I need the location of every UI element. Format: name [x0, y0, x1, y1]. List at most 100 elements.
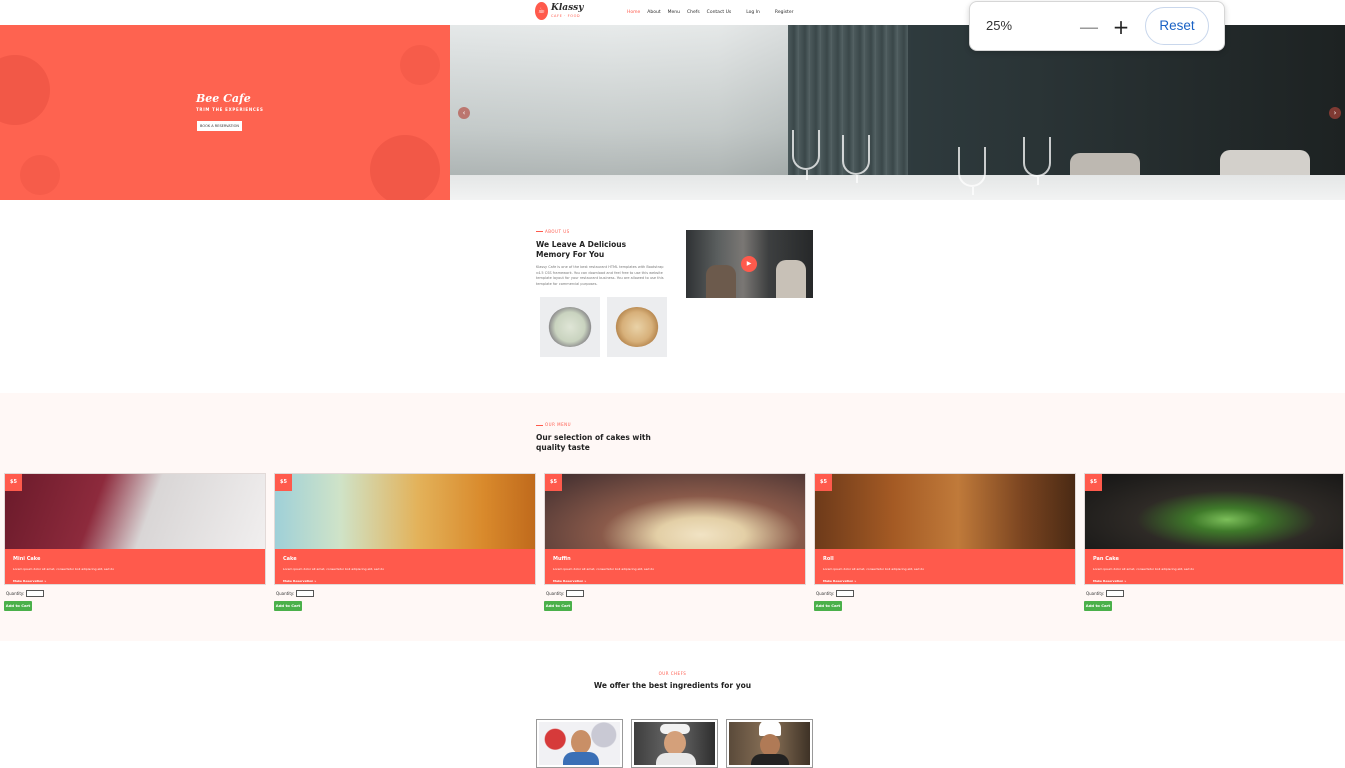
- zoom-reset-button[interactable]: Reset: [1145, 7, 1209, 45]
- quantity-input[interactable]: [836, 590, 855, 597]
- plate-photo: [615, 307, 659, 347]
- quantity-row: Quantity:: [816, 590, 855, 597]
- hero-window-photo: [450, 25, 790, 200]
- quantity-label: Quantity:: [816, 591, 835, 596]
- quantity-label: Quantity:: [6, 591, 25, 596]
- add-to-cart-button[interactable]: Add to Cart: [814, 601, 842, 611]
- zoom-popup: 25% — + Reset: [969, 1, 1225, 51]
- wine-glass-photo: [842, 135, 870, 175]
- zoom-out-button[interactable]: —: [1077, 12, 1101, 42]
- strawberry-decoration: [400, 45, 440, 85]
- slider-next-button[interactable]: ›: [1329, 107, 1341, 119]
- item-link[interactable]: Make Reservation »: [823, 579, 856, 583]
- menu-kicker-line: [536, 425, 543, 426]
- chef-shirt: [656, 753, 696, 765]
- card-info-band: Roll Lorem ipsum dolor sit amet, consect…: [815, 549, 1075, 584]
- item-description: Lorem ipsum dolor sit amet, consectetur …: [553, 567, 655, 571]
- plate-photo: [548, 307, 592, 347]
- cake-photo: [275, 474, 535, 550]
- quantity-row: Quantity:: [1086, 590, 1125, 597]
- item-name: Roll: [823, 556, 834, 562]
- logo-icon: ☕: [535, 2, 548, 20]
- item-description: Lorem ipsum dolor sit amet, consectetur …: [1093, 567, 1195, 571]
- price-badge: $5: [545, 474, 562, 491]
- card-info-band: Mini Cake Lorem ipsum dolor sit amet, co…: [5, 549, 265, 584]
- menu-title: Our selection of cakes with quality tast…: [536, 433, 651, 452]
- about-kicker: ABOUT US: [545, 229, 570, 234]
- about-title: We Leave A Delicious Memory For You: [536, 240, 627, 259]
- card-bottom-strip: [1085, 584, 1343, 585]
- item-link[interactable]: Make Reservation »: [553, 579, 586, 583]
- quantity-input[interactable]: [566, 590, 585, 597]
- nav-links: Home About Menu Chefs Contact Us Log In …: [627, 10, 800, 15]
- quantity-row: Quantity:: [276, 590, 315, 597]
- hero-image-slider: [450, 25, 1345, 200]
- chair-photo: [776, 260, 806, 298]
- item-name: Pan Cake: [1093, 556, 1119, 562]
- quantity-input[interactable]: [1106, 590, 1125, 597]
- quantity-row: Quantity:: [546, 590, 585, 597]
- gyoza-photo: [607, 297, 667, 357]
- glass-stem: [806, 170, 808, 180]
- hero-banner: Bee Cafe TRIM THE EXPERIENCES BOOK A RES…: [0, 25, 450, 200]
- mini-cake-photo: [5, 474, 265, 550]
- chefs-kicker: OUR CHEFS: [658, 671, 687, 676]
- add-to-cart-button[interactable]: Add to Cart: [1084, 601, 1112, 611]
- chef-card[interactable]: [726, 719, 813, 768]
- nav-link-login[interactable]: Log In: [746, 10, 760, 15]
- quantity-input[interactable]: [26, 590, 45, 597]
- card-info-band: Muffin Lorem ipsum dolor sit amet, conse…: [545, 549, 805, 584]
- strawberry-decoration: [0, 55, 50, 125]
- quantity-label: Quantity:: [1086, 591, 1105, 596]
- roll-photo: [815, 474, 1075, 550]
- card-bottom-strip: [5, 584, 265, 585]
- glass-stem: [1037, 177, 1039, 185]
- add-to-cart-button[interactable]: Add to Cart: [274, 601, 302, 611]
- quantity-row: Quantity:: [6, 590, 45, 597]
- menu-card-pan-cake[interactable]: $5 Pan Cake Lorem ipsum dolor sit amet, …: [1084, 473, 1344, 585]
- menu-card-roll[interactable]: $5 Roll Lorem ipsum dolor sit amet, cons…: [814, 473, 1076, 585]
- menu-card-muffin[interactable]: $5 Muffin Lorem ipsum dolor sit amet, co…: [544, 473, 806, 585]
- nav-link-menu[interactable]: Menu: [668, 10, 680, 15]
- pan-cake-photo: [1085, 474, 1343, 550]
- slider-prev-button[interactable]: ‹: [458, 107, 470, 119]
- menu-card-mini-cake[interactable]: $5 Mini Cake Lorem ipsum dolor sit amet,…: [4, 473, 266, 585]
- book-reservation-button[interactable]: BOOK A RESERVATION: [197, 121, 242, 131]
- item-link[interactable]: Make Reservation »: [1093, 579, 1126, 583]
- zoom-in-button[interactable]: +: [1109, 12, 1133, 42]
- item-link[interactable]: Make Reservation »: [13, 579, 46, 583]
- wine-glass-photo: [958, 147, 986, 187]
- card-info-band: Cake Lorem ipsum dolor sit amet, consect…: [275, 549, 535, 584]
- nav-link-register[interactable]: Register: [775, 10, 794, 15]
- about-video-thumbnail[interactable]: ▶: [686, 230, 813, 298]
- chef-card[interactable]: [631, 719, 718, 768]
- chef-face: [664, 731, 686, 755]
- play-icon[interactable]: ▶: [741, 256, 757, 272]
- menu-kicker: OUR MENU: [545, 422, 572, 427]
- wine-glass-photo: [792, 130, 820, 170]
- item-link[interactable]: Make Reservation »: [283, 579, 316, 583]
- zoom-level: 25%: [986, 18, 1013, 33]
- item-name: Muffin: [553, 556, 571, 562]
- add-to-cart-button[interactable]: Add to Cart: [544, 601, 572, 611]
- nav-link-home[interactable]: Home: [627, 10, 640, 15]
- nav-link-contact[interactable]: Contact Us: [707, 10, 732, 15]
- add-to-cart-button[interactable]: Add to Cart: [4, 601, 32, 611]
- chef-face: [760, 734, 780, 756]
- wine-glass-photo: [1023, 137, 1051, 177]
- strawberry-decoration: [370, 135, 440, 200]
- card-info-band: Pan Cake Lorem ipsum dolor sit amet, con…: [1085, 549, 1343, 584]
- chef-photo: [729, 722, 810, 765]
- quantity-label: Quantity:: [546, 591, 565, 596]
- nav-link-chefs[interactable]: Chefs: [687, 10, 700, 15]
- table-photo: [450, 175, 1345, 200]
- menu-card-cake[interactable]: $5 Cake Lorem ipsum dolor sit amet, cons…: [274, 473, 536, 585]
- item-name: Mini Cake: [13, 556, 41, 562]
- site-logo[interactable]: ☕ Klassy CAFE · FOOD: [535, 2, 583, 20]
- price-badge: $5: [1085, 474, 1102, 491]
- nav-link-about[interactable]: About: [647, 10, 660, 15]
- chef-jacket: [751, 754, 789, 765]
- chef-card[interactable]: [536, 719, 623, 768]
- quantity-input[interactable]: [296, 590, 315, 597]
- card-bottom-strip: [545, 584, 805, 585]
